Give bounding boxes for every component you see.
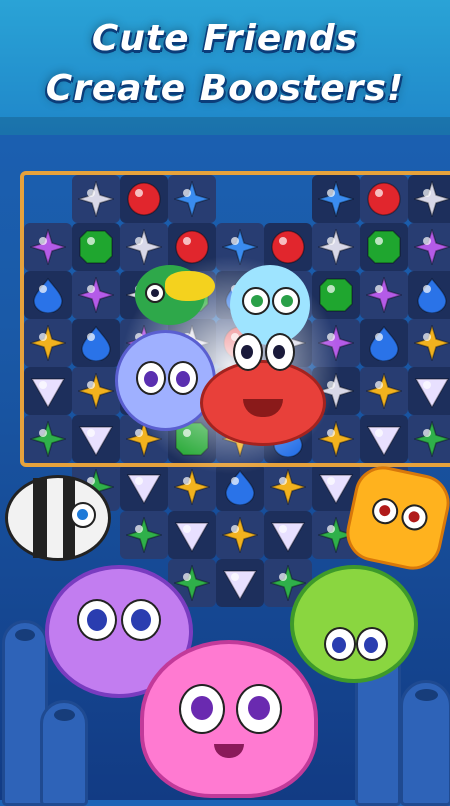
board-cell[interactable] — [360, 415, 408, 463]
board-cell[interactable] — [264, 511, 312, 559]
board-cell[interactable] — [24, 271, 72, 319]
board-cell[interactable] — [120, 223, 168, 271]
board-cell[interactable] — [360, 319, 408, 367]
toucan-character — [135, 265, 215, 325]
gem-green-icon — [367, 230, 401, 264]
tri-white-icon — [30, 378, 66, 409]
board-cell[interactable] — [216, 559, 264, 607]
gem-red-icon — [127, 182, 161, 216]
star-gold-icon — [270, 469, 306, 505]
board-cell[interactable] — [408, 175, 450, 223]
tri-white-icon — [222, 570, 258, 601]
star-gold-icon — [174, 469, 210, 505]
seahorse-character — [230, 265, 310, 345]
tri-white-icon — [174, 522, 210, 553]
board-cell[interactable] — [24, 223, 72, 271]
tri-white-icon — [414, 378, 450, 409]
star-purple-icon — [30, 229, 66, 265]
gem-red-icon — [367, 182, 401, 216]
jellyfish-character — [140, 640, 318, 798]
title-line-1: Cute Friends — [91, 18, 359, 59]
board-cell[interactable] — [168, 175, 216, 223]
board-cell[interactable] — [120, 463, 168, 511]
gem-green-icon — [79, 230, 113, 264]
board-cell[interactable] — [216, 511, 264, 559]
board-cell[interactable] — [72, 319, 120, 367]
board-cell[interactable] — [72, 175, 120, 223]
star-gold-icon — [222, 517, 258, 553]
board-cell[interactable] — [360, 367, 408, 415]
board-cell[interactable] — [72, 223, 120, 271]
board-cell[interactable] — [360, 271, 408, 319]
gem-red-icon — [271, 230, 305, 264]
board-cell[interactable] — [408, 223, 450, 271]
board-cell[interactable] — [408, 319, 450, 367]
board-cell[interactable] — [312, 175, 360, 223]
board-cell[interactable] — [408, 415, 450, 463]
star-green-icon — [126, 517, 162, 553]
coral-left-2 — [40, 700, 88, 806]
star-silver-icon — [126, 229, 162, 265]
star-silver-icon — [318, 229, 354, 265]
tri-white-icon — [126, 474, 162, 505]
board-cell[interactable] — [120, 511, 168, 559]
star-gold-icon — [30, 325, 66, 361]
board-cell[interactable] — [72, 271, 120, 319]
star-gold-icon — [414, 325, 450, 361]
tri-white-icon — [318, 474, 354, 505]
star-green-icon — [30, 421, 66, 457]
star-gold-icon — [318, 421, 354, 457]
gem-blue-icon — [369, 325, 399, 361]
tri-white-icon — [78, 426, 114, 457]
star-purple-icon — [366, 277, 402, 313]
angelfish-character — [5, 475, 111, 561]
coral-right-2 — [400, 680, 450, 806]
gem-blue-icon — [33, 277, 63, 313]
board-cell[interactable] — [360, 223, 408, 271]
board-cell[interactable] — [24, 415, 72, 463]
tri-white-icon — [366, 426, 402, 457]
star-silver-icon — [414, 181, 450, 217]
board-cell[interactable] — [120, 175, 168, 223]
star-blue-icon — [318, 181, 354, 217]
octopus-character — [115, 330, 216, 431]
board-cell[interactable] — [408, 271, 450, 319]
board-cell[interactable] — [72, 415, 120, 463]
board-cell[interactable] — [264, 463, 312, 511]
board-cell[interactable] — [408, 367, 450, 415]
gem-blue-icon — [81, 325, 111, 361]
board-cell[interactable] — [72, 367, 120, 415]
title-banner: Cute Friends Create Boosters! — [0, 0, 450, 135]
board-cell[interactable] — [312, 223, 360, 271]
star-gold-icon — [366, 373, 402, 409]
star-silver-icon — [78, 181, 114, 217]
hermit-crab-character — [290, 565, 418, 683]
board-cell[interactable] — [168, 511, 216, 559]
star-purple-icon — [78, 277, 114, 313]
board-cell[interactable] — [24, 319, 72, 367]
gem-blue-icon — [417, 277, 447, 313]
crab-character — [200, 333, 326, 446]
star-green-icon — [414, 421, 450, 457]
board-cell[interactable] — [24, 367, 72, 415]
star-gold-icon — [78, 373, 114, 409]
tri-white-icon — [270, 522, 306, 553]
title-line-2: Create Boosters! — [45, 68, 405, 109]
star-blue-icon — [174, 181, 210, 217]
board-cell[interactable] — [360, 175, 408, 223]
star-purple-icon — [414, 229, 450, 265]
